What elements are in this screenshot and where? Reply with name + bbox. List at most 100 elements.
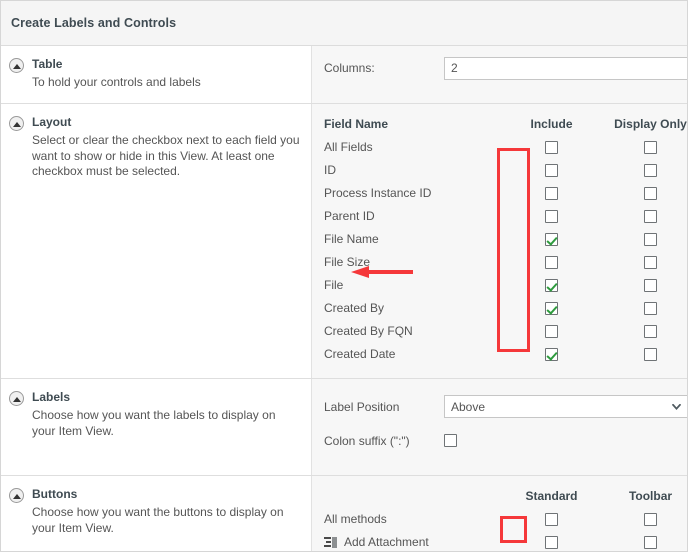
method-list-icon (324, 537, 338, 548)
include-checkbox[interactable] (545, 348, 558, 361)
row-label: File Size (324, 255, 502, 269)
cell-display-only (601, 302, 688, 315)
cell-include (502, 164, 601, 177)
page-title: Create Labels and Controls (11, 16, 176, 30)
section-buttons: Buttons Choose how you want the buttons … (1, 476, 687, 552)
cell-standard (502, 513, 601, 526)
column-header-toolbar: Toolbar (601, 489, 688, 503)
display-only-checkbox[interactable] (644, 256, 657, 269)
cell-include (502, 256, 601, 269)
row-label-text: Add Attachment (344, 535, 429, 549)
include-checkbox[interactable] (545, 325, 558, 338)
row-label: ID (324, 163, 502, 177)
display-only-checkbox[interactable] (644, 348, 657, 361)
column-header-field-name: Field Name (324, 117, 502, 131)
colon-suffix-row: Colon suffix (":") (324, 429, 688, 453)
display-only-checkbox[interactable] (644, 302, 657, 315)
cell-display-only (601, 279, 688, 292)
collapse-triangle-icon[interactable] (9, 488, 24, 503)
display-only-checkbox[interactable] (644, 187, 657, 200)
display-only-checkbox[interactable] (644, 279, 657, 292)
display-only-checkbox[interactable] (644, 141, 657, 154)
include-checkbox[interactable] (545, 302, 558, 315)
column-header-include: Include (502, 117, 601, 131)
display-only-checkbox[interactable] (644, 325, 657, 338)
row-label: Created By FQN (324, 324, 502, 338)
chevron-down-icon (672, 404, 681, 410)
cell-display-only (601, 164, 688, 177)
collapse-triangle-icon[interactable] (9, 116, 24, 131)
include-checkbox[interactable] (545, 233, 558, 246)
section-layout-info: Layout Select or clear the checkbox next… (1, 104, 312, 378)
cell-include (502, 210, 601, 223)
toolbar-checkbox[interactable] (644, 513, 657, 526)
cell-standard (502, 536, 601, 549)
row-label-text: Created By (324, 301, 384, 315)
row-label-text: All Fields (324, 140, 373, 154)
cell-display-only (601, 348, 688, 361)
display-only-checkbox[interactable] (644, 233, 657, 246)
include-checkbox[interactable] (545, 164, 558, 177)
cell-display-only (601, 233, 688, 246)
table-row: File Size (324, 251, 688, 274)
row-label-text: Created By FQN (324, 324, 413, 338)
cell-include (502, 302, 601, 315)
table-row: Created Date (324, 343, 688, 366)
section-labels: Labels Choose how you want the labels to… (1, 379, 687, 476)
create-labels-and-controls-panel: Create Labels and Controls Table To hold… (0, 0, 688, 552)
display-only-checkbox[interactable] (644, 164, 657, 177)
columns-input[interactable] (444, 57, 688, 80)
include-checkbox[interactable] (545, 187, 558, 200)
cell-toolbar (601, 536, 688, 549)
label-position-value: Above (451, 400, 485, 414)
include-checkbox[interactable] (545, 256, 558, 269)
table-row: All Fields (324, 136, 688, 159)
section-table-description: To hold your controls and labels (32, 75, 201, 91)
cell-display-only (601, 256, 688, 269)
column-header-standard: Standard (502, 489, 601, 503)
row-label-text: ID (324, 163, 336, 177)
include-checkbox[interactable] (545, 141, 558, 154)
include-checkbox[interactable] (545, 279, 558, 292)
section-table-info: Table To hold your controls and labels (1, 46, 312, 103)
section-labels-description: Choose how you want the labels to displa… (32, 408, 300, 440)
include-checkbox[interactable] (545, 210, 558, 223)
table-row: Add Attachment (324, 531, 688, 552)
collapse-triangle-icon[interactable] (9, 391, 24, 406)
table-row: Parent ID (324, 205, 688, 228)
cell-toolbar (601, 513, 688, 526)
colon-suffix-checkbox[interactable] (444, 434, 457, 447)
row-label: Created By (324, 301, 502, 315)
table-row: File (324, 274, 688, 297)
table-row: All methods (324, 508, 688, 531)
panel-header: Create Labels and Controls (1, 1, 687, 46)
columns-field-row: Columns: (324, 56, 688, 80)
label-position-select[interactable]: Above (444, 395, 688, 418)
section-table-title: Table (32, 56, 201, 73)
colon-suffix-label: Colon suffix (":") (324, 434, 444, 448)
row-label-text: All methods (324, 512, 387, 526)
standard-checkbox[interactable] (545, 536, 558, 549)
section-buttons-title: Buttons (32, 486, 300, 503)
table-row: File Name (324, 228, 688, 251)
table-header-row: Field Name Include Display Only (324, 114, 688, 134)
row-label-text: Process Instance ID (324, 186, 431, 200)
row-label: Process Instance ID (324, 186, 502, 200)
row-label: Add Attachment (324, 535, 502, 549)
display-only-checkbox[interactable] (644, 210, 657, 223)
collapse-triangle-icon[interactable] (9, 58, 24, 73)
cell-display-only (601, 210, 688, 223)
section-labels-info: Labels Choose how you want the labels to… (1, 379, 312, 475)
row-label: Parent ID (324, 209, 502, 223)
label-position-label: Label Position (324, 400, 444, 414)
field-visibility-grid: Field Name Include Display Only All Fiel… (324, 114, 688, 366)
standard-checkbox[interactable] (545, 513, 558, 526)
section-layout-description: Select or clear the checkbox next to eac… (32, 133, 300, 181)
label-position-row: Label Position Above (324, 395, 688, 419)
column-header-display-only: Display Only (601, 117, 688, 131)
table-header-row: Standard Toolbar (324, 486, 688, 506)
row-label-text: File Name (324, 232, 379, 246)
row-label: File (324, 278, 502, 292)
cell-include (502, 141, 601, 154)
toolbar-checkbox[interactable] (644, 536, 657, 549)
